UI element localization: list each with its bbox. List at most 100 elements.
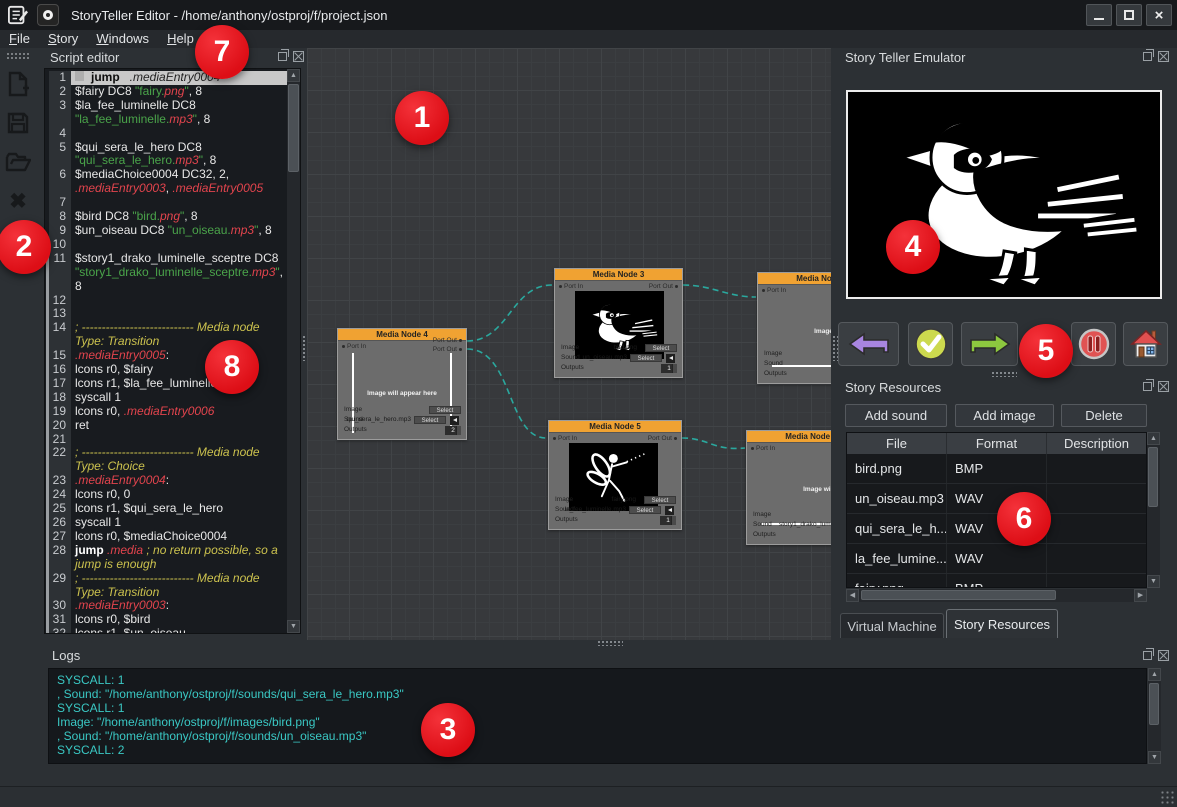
menu-story[interactable]: Story [39, 30, 87, 48]
table-hscrollbar[interactable]: ◀ ▶ [846, 589, 1147, 602]
menu-file[interactable]: File [0, 30, 39, 48]
table-row[interactable]: un_oiseau.mp3WAV [847, 484, 1146, 514]
node-title[interactable]: Media Node 6 [747, 431, 831, 443]
float-panel-icon[interactable] [1143, 382, 1152, 391]
port-out[interactable]: Port Out [648, 435, 679, 442]
float-panel-icon[interactable] [1143, 651, 1152, 660]
play-sound-icon[interactable] [665, 506, 674, 515]
menu-windows[interactable]: Windows [87, 30, 158, 48]
maximize-button[interactable] [1116, 4, 1142, 26]
new-document-icon [6, 71, 30, 97]
port-out-2[interactable]: Port Out [433, 346, 464, 353]
select-image-button[interactable]: Select [644, 496, 676, 505]
node-title[interactable]: Media Node 5 [549, 421, 681, 433]
code-token: lcons r1, $la_fee_luminelle [75, 376, 217, 390]
add-sound-button[interactable]: Add sound [845, 404, 947, 427]
add-image-button[interactable]: Add image [955, 404, 1054, 427]
splitter-canvas-logs[interactable] [597, 640, 623, 646]
save-button[interactable] [3, 108, 33, 138]
script-editor[interactable]: 1jump .mediaEntry00042$fairy DC8 "fairy.… [44, 68, 301, 634]
port-in[interactable]: Port In [760, 287, 786, 294]
table-row[interactable]: bird.pngBMP [847, 454, 1146, 484]
minimize-button[interactable] [1086, 4, 1112, 26]
code-token: syscall 1 [75, 515, 121, 529]
code-token: "qui_sera_le_hero. [75, 153, 175, 167]
select-image-button[interactable]: Select [429, 406, 461, 415]
port-in[interactable]: Port In [340, 343, 366, 350]
scroll-down-icon[interactable]: ▼ [287, 620, 300, 633]
scroll-up-icon[interactable]: ▲ [1147, 432, 1160, 445]
scroll-up-icon[interactable]: ▲ [287, 69, 300, 82]
emulator-home-button[interactable] [1123, 322, 1168, 366]
editor-scrollbar[interactable]: ▲ ▼ [287, 69, 301, 633]
close-panel-icon[interactable] [1158, 381, 1169, 392]
window-titlebar[interactable]: StoryTeller Editor - /home/anthony/ostpr… [0, 0, 1177, 30]
media-node-6[interactable]: Media Node 6 Port In Image will appear h… [746, 430, 831, 545]
scrollbar-thumb[interactable] [861, 590, 1056, 600]
scroll-down-icon[interactable]: ▼ [1148, 751, 1161, 764]
float-panel-icon[interactable] [1143, 52, 1152, 61]
scrollbar-thumb[interactable] [1149, 683, 1159, 725]
scroll-up-icon[interactable]: ▲ [1148, 668, 1161, 681]
play-sound-icon[interactable] [666, 354, 675, 363]
window-title: StoryTeller Editor - /home/anthony/ostpr… [71, 8, 387, 23]
scroll-left-icon[interactable]: ◀ [846, 589, 859, 602]
table-row[interactable]: la_fee_lumine...WAV [847, 544, 1146, 574]
select-sound-button[interactable]: Select [629, 506, 661, 515]
emulator-pause-button[interactable] [1071, 322, 1116, 366]
home-icon [1130, 328, 1162, 360]
scrollbar-thumb[interactable] [1148, 447, 1158, 507]
close-project-button[interactable]: ✖ [3, 186, 33, 216]
toolbar-drag-handle[interactable] [6, 52, 30, 59]
scroll-right-icon[interactable]: ▶ [1134, 589, 1147, 602]
close-panel-icon[interactable] [293, 51, 304, 62]
splitter-emulator-resources[interactable] [991, 371, 1017, 377]
media-node-2[interactable]: Media Node 2 Port In Image will appear h… [757, 272, 831, 384]
tab-virtual-machine[interactable]: Virtual Machine [840, 613, 944, 638]
tab-story-resources[interactable]: Story Resources [946, 609, 1058, 638]
close-panel-icon[interactable] [1158, 51, 1169, 62]
annotation-badge-3: 3 [421, 703, 475, 757]
media-node-4[interactable]: Media Node 4 Port In Port Out Port Out I… [337, 328, 467, 440]
code-line: 7 [49, 196, 287, 210]
annotation-badge-5: 5 [1019, 324, 1073, 378]
new-document-button[interactable] [3, 69, 33, 99]
scroll-down-icon[interactable]: ▼ [1147, 575, 1160, 588]
node-title[interactable]: Media Node 3 [555, 269, 682, 281]
resize-grip[interactable] [1160, 790, 1174, 804]
close-button[interactable]: × [1146, 4, 1172, 26]
logs-scrollbar[interactable]: ▲ ▼ [1148, 668, 1161, 764]
close-panel-icon[interactable] [1158, 650, 1169, 661]
select-sound-button[interactable]: Select [414, 416, 446, 425]
code-line: 29; ---------------------------- Media n… [49, 572, 287, 600]
select-sound-button[interactable]: Select [630, 354, 662, 363]
table-cell [1047, 514, 1146, 543]
select-image-button[interactable]: Select [645, 344, 677, 353]
port-in[interactable]: Port In [749, 445, 775, 452]
emulator-next-button[interactable] [961, 322, 1018, 366]
open-project-button[interactable] [3, 147, 33, 177]
delete-button[interactable]: Delete [1061, 404, 1147, 427]
port-out-1[interactable]: Port Out [433, 337, 464, 344]
image-value: fairy.png [612, 495, 636, 505]
outputs-spinner[interactable]: 2 [445, 426, 461, 435]
code-line: 26syscall 1 [49, 516, 287, 530]
float-panel-icon[interactable] [278, 52, 287, 61]
outputs-spinner[interactable]: 1 [660, 516, 676, 525]
scrollbar-thumb[interactable] [288, 84, 299, 172]
outputs-spinner[interactable]: 1 [661, 364, 677, 373]
emulator-ok-button[interactable] [908, 322, 953, 366]
media-node-5[interactable]: Media Node 5 Port In Port Out Image fair… [548, 420, 682, 530]
node-title[interactable]: Media Node 2 [758, 273, 831, 285]
node-graph-canvas[interactable]: Media Node 4 Port In Port Out Port Out I… [307, 48, 831, 640]
port-in[interactable]: Port In [551, 435, 577, 442]
sound-value: story1_drako_luminelle_sceptre.mp3 [779, 520, 831, 530]
port-in[interactable]: Port In [557, 283, 583, 290]
play-sound-icon[interactable] [450, 416, 459, 425]
port-out[interactable]: Port Out [649, 283, 680, 290]
emulator-back-button[interactable] [838, 322, 899, 366]
media-node-3[interactable]: Media Node 3 Port In Port Out Image bird… [554, 268, 683, 378]
table-row[interactable]: fairy.pngBMP [847, 574, 1146, 588]
table-vscrollbar[interactable]: ▲ ▼ [1147, 432, 1160, 588]
menu-bar: File Story Windows Help [0, 30, 1177, 48]
